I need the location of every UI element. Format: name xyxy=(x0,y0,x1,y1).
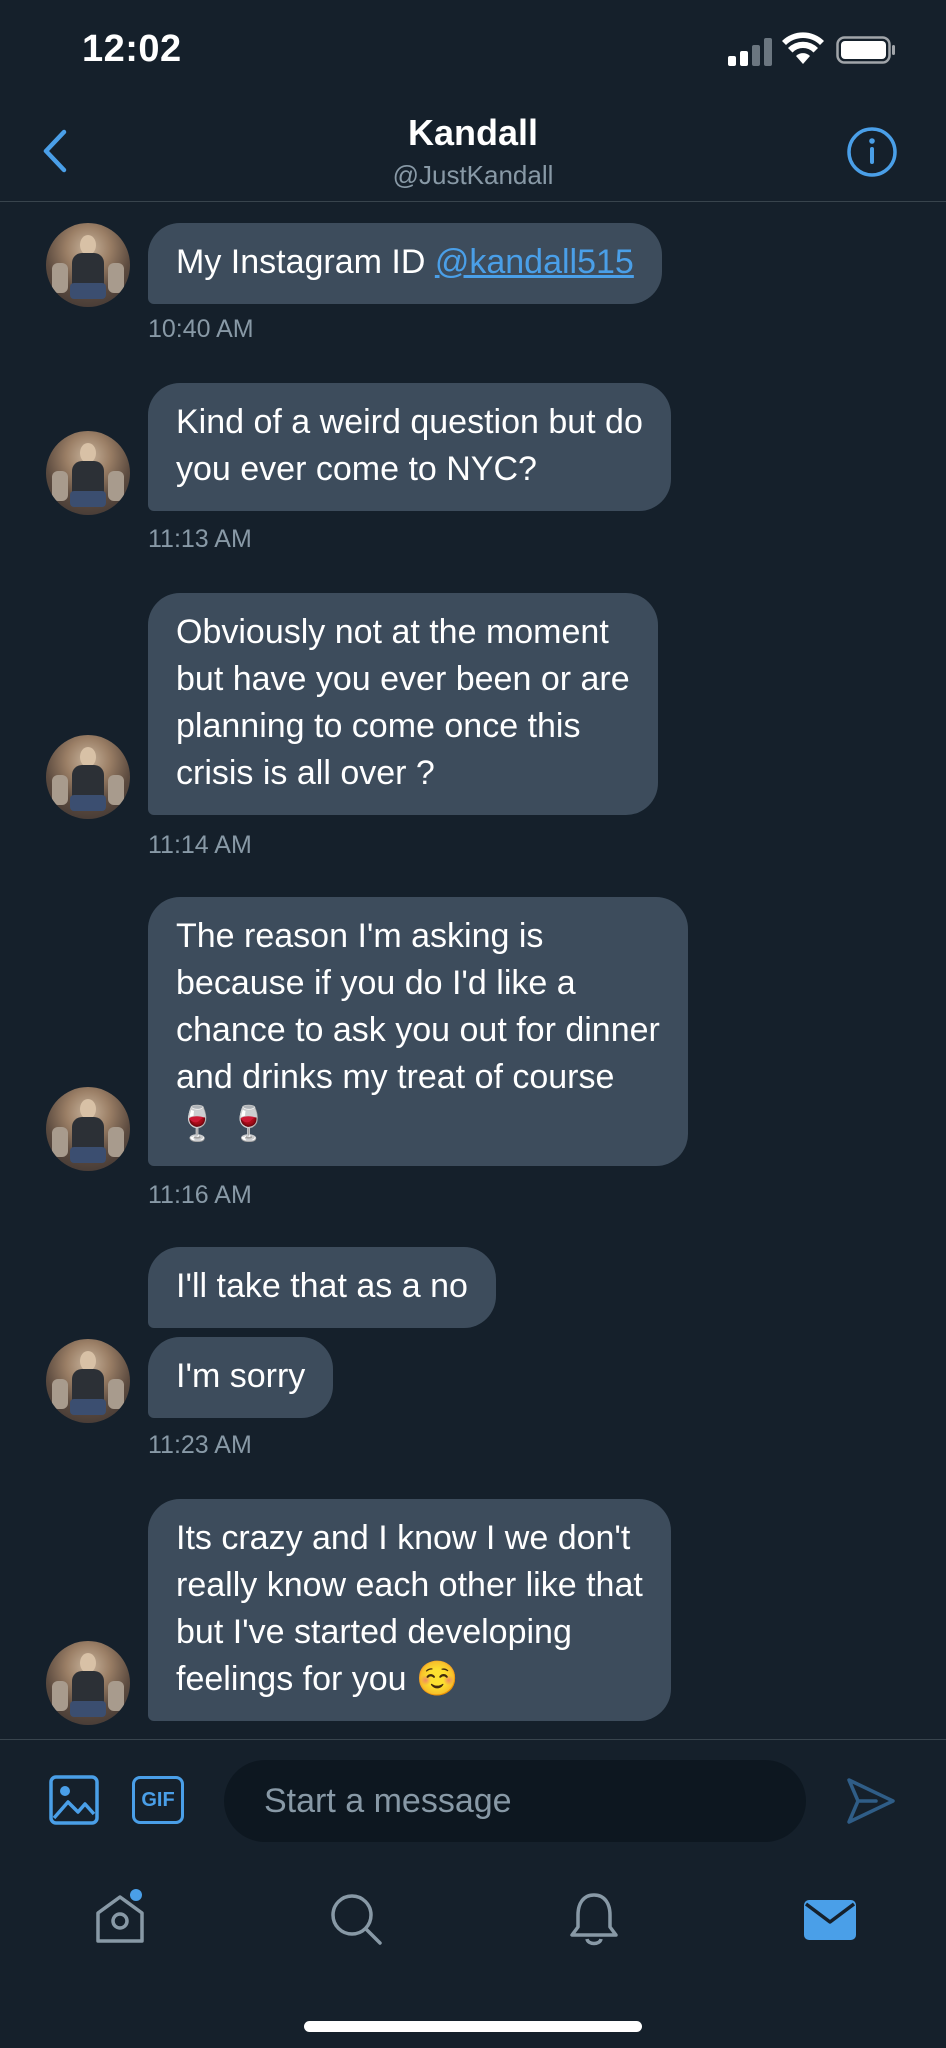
message-line: Kind of a weird question but do xyxy=(176,403,643,441)
wifi-icon xyxy=(782,32,824,64)
contact-name[interactable]: Kandall xyxy=(0,112,946,154)
contact-handle[interactable]: @JustKandall xyxy=(0,160,946,191)
message-line: Its crazy and I know I we don't xyxy=(176,1519,631,1557)
message-line: you ever come to NYC? xyxy=(176,450,537,488)
avatar[interactable] xyxy=(46,431,130,515)
message-line: 🍷 🍷 xyxy=(176,1105,271,1143)
message-line: but I've started developing xyxy=(176,1613,572,1651)
message-bubble[interactable]: Obviously not at the moment but have you… xyxy=(148,593,658,815)
info-icon[interactable] xyxy=(846,126,898,178)
avatar[interactable] xyxy=(46,1339,130,1423)
instagram-link[interactable]: @kandall515 xyxy=(435,243,634,281)
message-line: and drinks my treat of course xyxy=(176,1058,615,1096)
avatar[interactable] xyxy=(46,1087,130,1171)
avatar[interactable] xyxy=(46,223,130,307)
message-line: planning to come once this xyxy=(176,707,581,745)
message-bubble[interactable]: Its crazy and I know I we don't really k… xyxy=(148,1499,671,1721)
message-timestamp: 11:14 AM xyxy=(148,831,252,859)
message-line: chance to ask you out for dinner xyxy=(176,1011,660,1049)
message-line: really know each other like that xyxy=(176,1566,643,1604)
message-bubble[interactable]: Kind of a weird question but do you ever… xyxy=(148,383,671,511)
send-icon[interactable] xyxy=(846,1776,896,1826)
message-text: My Instagram ID xyxy=(176,243,435,281)
message-timestamp: 10:40 AM xyxy=(148,315,254,343)
message-timestamp: 11:23 AM xyxy=(148,1431,252,1459)
conversation-header: Kandall @JustKandall xyxy=(0,100,946,202)
gif-button[interactable]: GIF xyxy=(132,1776,184,1824)
message-bubble[interactable]: The reason I'm asking is because if you … xyxy=(148,897,688,1166)
message-line: Obviously not at the moment xyxy=(176,613,609,651)
message-line: crisis is all over ? xyxy=(176,754,435,792)
avatar[interactable] xyxy=(46,1641,130,1725)
message-timestamp: 11:16 AM xyxy=(148,1181,252,1209)
message-list[interactable]: My Instagram ID @kandall515 10:40 AM Kin… xyxy=(0,203,946,1739)
image-icon[interactable] xyxy=(48,1774,100,1826)
status-time: 12:02 xyxy=(82,28,182,70)
mail-icon[interactable] xyxy=(800,1889,860,1949)
message-bubble[interactable]: My Instagram ID @kandall515 xyxy=(148,223,662,304)
home-icon[interactable] xyxy=(90,1889,150,1949)
message-bubble[interactable]: I'm sorry xyxy=(148,1337,334,1418)
message-line: feelings for you ☺️ xyxy=(176,1660,459,1698)
status-bar: 12:02 xyxy=(0,0,946,100)
message-text: I'm sorry xyxy=(176,1357,306,1395)
message-timestamp: 11:13 AM xyxy=(148,525,252,553)
message-line: because if you do I'd like a xyxy=(176,964,576,1002)
search-icon[interactable] xyxy=(326,1889,386,1949)
message-input[interactable] xyxy=(224,1760,806,1842)
home-indicator[interactable] xyxy=(304,2021,642,2032)
avatar[interactable] xyxy=(46,735,130,819)
signal-icon xyxy=(728,38,772,66)
compose-bar: GIF xyxy=(0,1739,946,1861)
message-line: The reason I'm asking is xyxy=(176,917,544,955)
message-line: but have you ever been or are xyxy=(176,660,630,698)
bell-icon[interactable] xyxy=(564,1889,624,1949)
tab-bar xyxy=(0,1861,946,2048)
message-text: I'll take that as a no xyxy=(176,1267,468,1305)
message-bubble[interactable]: I'll take that as a no xyxy=(148,1247,496,1328)
battery-icon xyxy=(836,36,895,64)
